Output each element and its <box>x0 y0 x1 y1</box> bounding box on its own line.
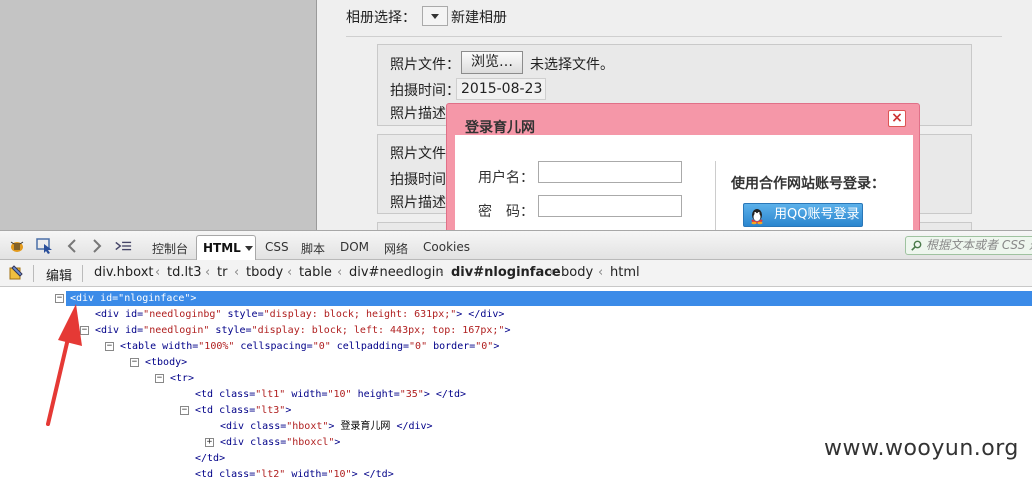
collapse-toggle[interactable]: − <box>130 358 139 367</box>
password-input[interactable] <box>538 195 682 217</box>
firebug-bug-icon[interactable] <box>8 238 26 254</box>
album-select-label: 相册选择： <box>346 10 416 26</box>
breadcrumb-separator: ‹ <box>549 265 555 280</box>
expand-toggle[interactable]: + <box>205 438 214 447</box>
breadcrumb-item[interactable]: div#needlogin <box>349 265 444 280</box>
screenshot-root: 相册选择： 新建相册 照片文件： 浏览… 未选择文件。 拍摄时间： 2015-0… <box>0 0 1032 480</box>
back-icon[interactable] <box>64 238 82 254</box>
login-dialog-title: 登录育儿网 <box>465 120 535 136</box>
shoot-time-label: 拍摄时间 <box>390 172 446 188</box>
collapse-toggle[interactable]: − <box>105 342 114 351</box>
album-select-dropdown[interactable] <box>422 6 448 26</box>
photo-file-label: 照片文件 <box>390 146 446 162</box>
divider <box>82 265 83 282</box>
divider <box>715 161 716 230</box>
search-icon <box>911 240 922 251</box>
command-line-icon[interactable] <box>114 238 132 254</box>
username-label: 用户名： <box>478 170 534 186</box>
breadcrumb-item[interactable]: tbody <box>246 265 283 280</box>
tree-node[interactable]: <tr> <box>170 371 194 386</box>
breadcrumb-separator: ‹ <box>155 265 161 280</box>
breadcrumb-item[interactable]: div.hboxt <box>94 265 154 280</box>
username-input[interactable] <box>538 161 682 183</box>
breadcrumb: 编辑 div.hboxt ‹ td.lt3 ‹ tr ‹ tbody ‹ tab… <box>0 260 1032 287</box>
chevron-down-icon <box>244 246 253 251</box>
login-dialog-body: 用户名： 密 码： 使用合作网站账号登录： 用QQ账号登录 <box>455 135 913 230</box>
collapse-toggle[interactable]: − <box>180 406 189 415</box>
divider <box>346 36 1002 37</box>
tree-node[interactable]: <div id="needloginbg" style="display: bl… <box>95 307 504 322</box>
photo-desc-label: 照片描述 <box>390 106 446 122</box>
tab-css[interactable]: CSS <box>265 240 289 254</box>
collapse-toggle[interactable]: − <box>155 374 164 383</box>
no-file-text: 未选择文件。 <box>530 57 614 73</box>
tab-net[interactable]: 网络 <box>384 240 408 257</box>
close-icon[interactable]: × <box>888 110 906 127</box>
login-dialog: 登录育儿网 × 用户名： 密 码： 使用合作网站账号登录： 用QQ账号登录 <box>446 103 920 230</box>
breadcrumb-item[interactable]: body <box>561 265 593 280</box>
shoot-date-field[interactable]: 2015-08-23 <box>456 78 546 100</box>
tree-node[interactable]: <td class="lt1" width="10" height="35"> … <box>195 387 466 402</box>
tree-node[interactable]: <div id="needlogin" style="display: bloc… <box>95 323 510 338</box>
photo-desc-label: 照片描述 <box>390 195 446 211</box>
web-page-area: 相册选择： 新建相册 照片文件： 浏览… 未选择文件。 拍摄时间： 2015-0… <box>0 0 1032 230</box>
breadcrumb-item[interactable]: table <box>299 265 332 280</box>
chevron-down-icon <box>431 14 439 19</box>
browse-button[interactable]: 浏览… <box>461 51 523 74</box>
breadcrumb-separator: ‹ <box>287 265 293 280</box>
search-input[interactable]: 根据文本或者 CSS 选 <box>905 236 1032 255</box>
tree-node[interactable]: <tbody> <box>145 355 187 370</box>
edit-button[interactable]: 编辑 <box>46 265 72 284</box>
red-arrow-annotation <box>46 304 82 426</box>
tab-script[interactable]: 脚本 <box>301 240 325 257</box>
tree-node[interactable]: <table width="100%" cellspacing="0" cell… <box>120 339 499 354</box>
breadcrumb-separator: ‹ <box>337 265 343 280</box>
breadcrumb-item-current[interactable]: div#nloginface <box>451 265 561 280</box>
watermark: www.wooyun.org <box>824 436 1019 461</box>
selected-node-highlight <box>66 291 1032 306</box>
shoot-time-label: 拍摄时间： <box>390 83 460 99</box>
tab-dom[interactable]: DOM <box>340 240 369 254</box>
breadcrumb-separator: ‹ <box>439 265 445 280</box>
qq-penguin-icon <box>751 209 763 225</box>
tab-html-label: HTML <box>203 241 241 255</box>
new-album-link[interactable]: 新建相册 <box>451 7 507 27</box>
tree-node[interactable]: <td class="lt2" width="10"> </td> <box>195 467 394 480</box>
breadcrumb-item[interactable]: tr <box>217 265 227 280</box>
partner-login-title: 使用合作网站账号登录： <box>731 176 885 192</box>
qq-login-button[interactable]: 用QQ账号登录 <box>743 203 863 227</box>
tab-console[interactable]: 控制台 <box>152 240 188 257</box>
qq-login-label: 用QQ账号登录 <box>774 207 860 222</box>
tab-html[interactable]: HTML <box>196 235 256 261</box>
tree-node[interactable]: </td> <box>195 451 225 466</box>
tree-node[interactable]: <div class="hboxcl"> <box>220 435 340 450</box>
search-placeholder: 根据文本或者 CSS 选 <box>926 238 1032 252</box>
breadcrumb-separator: ‹ <box>234 265 240 280</box>
breadcrumb-item[interactable]: td.lt3 <box>167 265 201 280</box>
divider <box>33 265 34 282</box>
breadcrumb-separator: ‹ <box>598 265 604 280</box>
breadcrumb-separator: ‹ <box>205 265 211 280</box>
password-label: 密 码： <box>478 204 534 220</box>
breadcrumb-item[interactable]: html <box>610 265 640 280</box>
photo-file-label: 照片文件： <box>390 57 460 73</box>
firebug-toolbar: 控制台 HTML CSS 脚本 DOM 网络 Cookies 根据文本或者 CS… <box>0 230 1032 261</box>
edit-icon[interactable] <box>8 265 24 281</box>
inspect-element-icon[interactable] <box>36 238 54 254</box>
forward-icon[interactable] <box>88 238 106 254</box>
tree-node[interactable]: <td class="lt3"> <box>195 403 291 418</box>
tab-cookies[interactable]: Cookies <box>423 240 470 254</box>
tree-node[interactable]: <div class="hboxt"> 登录育儿网 </div> <box>220 419 433 434</box>
